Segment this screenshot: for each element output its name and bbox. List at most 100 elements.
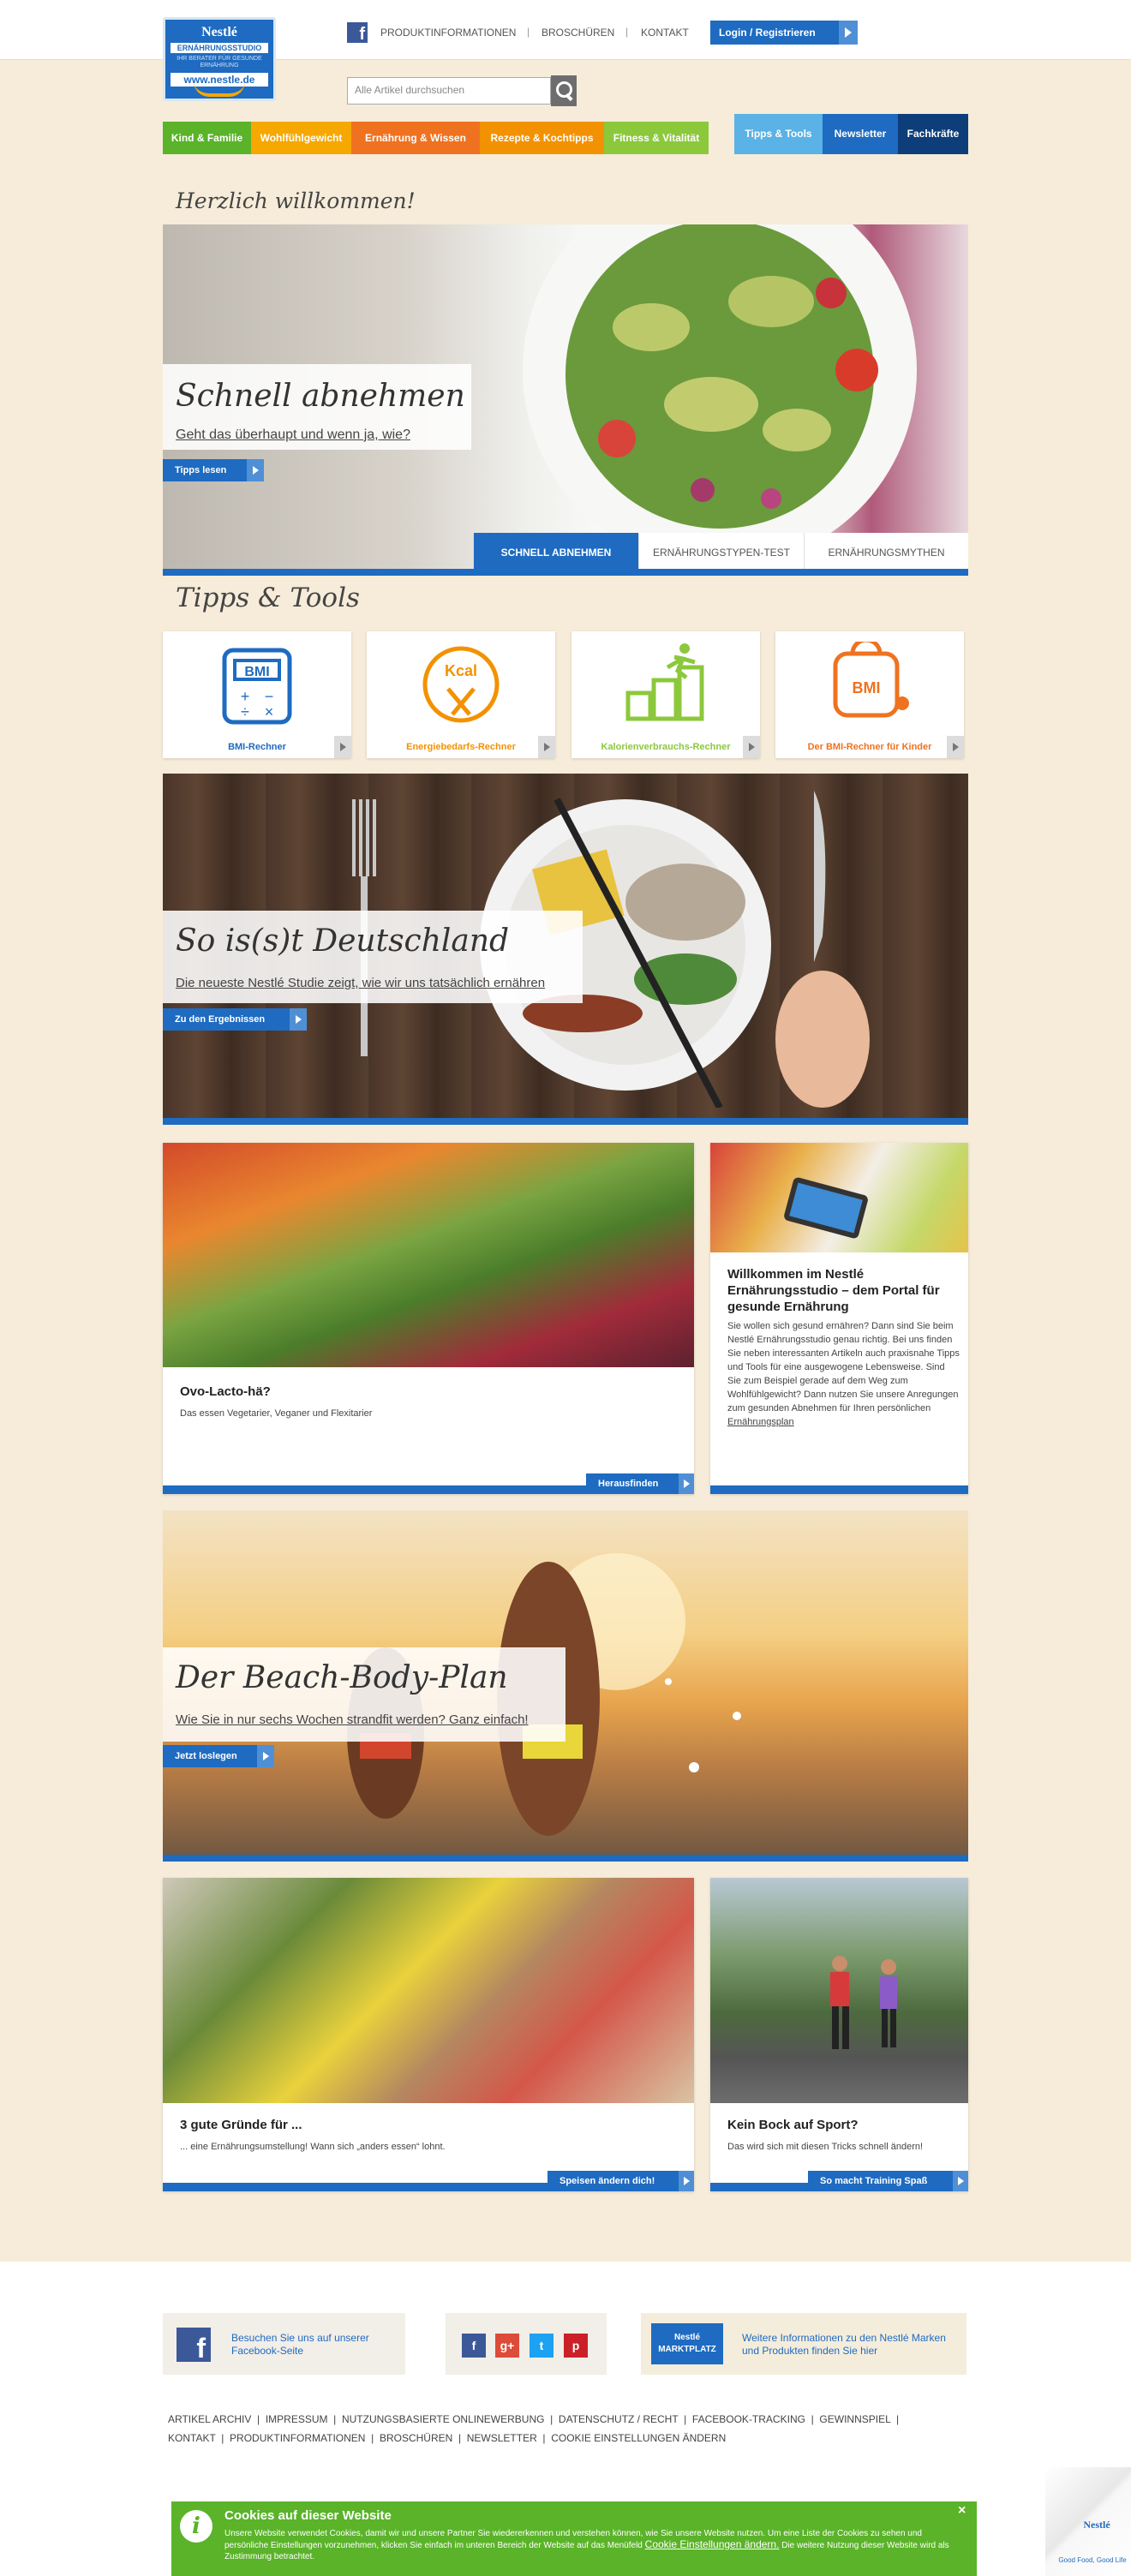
tipps-lesen-button[interactable]: Tipps lesen [163, 459, 264, 481]
cta-label: Tipps lesen [175, 465, 227, 475]
footer-link-kontakt[interactable]: KONTAKT [168, 2432, 216, 2444]
speisen-aendern-button[interactable]: Speisen ändern dich! [548, 2171, 694, 2191]
card-ovo-lacto[interactable]: Ovo-Lacto-hä? Das essen Vegetarier, Vega… [163, 1143, 694, 1494]
facebook-icon: f [177, 2328, 211, 2364]
arrow-right-icon [743, 736, 760, 758]
footer-link-impressum[interactable]: IMPRESSUM [266, 2413, 328, 2425]
vegetables-image [163, 1143, 694, 1367]
search-input[interactable]: Alle Artikel durchsuchen [347, 77, 551, 105]
hero-subtitle[interactable]: Geht das überhaupt und wenn ja, wie? [176, 427, 410, 443]
cookie-settings-link[interactable]: Cookie Einstellungen ändern. [645, 2538, 780, 2550]
facebook-icon[interactable]: f [347, 22, 368, 44]
hero-beach-body-plan[interactable]: Der Beach-Body-Plan Wie Sie in nur sechs… [163, 1510, 968, 1862]
card-title: 3 gute Gründe für ... [180, 2118, 302, 2132]
footer-link-facebook-tracking[interactable]: FACEBOOK-TRACKING [692, 2413, 805, 2425]
phone-illustration [782, 1176, 870, 1240]
nav-fitness-vitalitaet[interactable]: Fitness & Vitalität [604, 122, 709, 154]
login-button[interactable]: Login / Registrieren [710, 21, 858, 45]
phone-fruits-image [710, 1143, 968, 1252]
googleplus-icon[interactable]: g+ [495, 2334, 519, 2358]
hero-stripe [163, 569, 968, 576]
arrow-right-icon [257, 1745, 274, 1767]
hero-stripe [163, 1118, 968, 1125]
close-icon[interactable]: × [958, 2503, 966, 2519]
card-text: Das wird sich mit diesen Tricks schnell … [727, 2142, 924, 2152]
nav-rezepte-kochtipps[interactable]: Rezepte & Kochtipps [480, 122, 604, 154]
tool-label: Der BMI-Rechner für Kinder [807, 742, 932, 752]
card-stripe [163, 2183, 548, 2191]
facebook-share-icon[interactable]: f [462, 2334, 486, 2358]
footer-marktplatz-box[interactable]: Nestlé MARKTPLATZ Weitere Informationen … [641, 2313, 966, 2375]
nav-fachkraefte[interactable]: Fachkräfte [898, 114, 968, 154]
nav-newsletter[interactable]: Newsletter [823, 114, 898, 154]
jetzt-loslegen-button[interactable]: Jetzt loslegen [163, 1745, 274, 1767]
arrow-right-icon [247, 459, 264, 481]
cta-label: Herausfinden [598, 1479, 659, 1489]
tab-schnell-abnehmen[interactable]: SCHNELL ABNEHMEN [473, 533, 638, 572]
footer-link-broschueren[interactable]: BROSCHÜREN [380, 2432, 452, 2444]
arrow-right-icon [290, 1008, 307, 1031]
page-curl-corner[interactable]: Nestlé Good Food, Good Life [1045, 2467, 1131, 2576]
twitter-icon[interactable]: t [530, 2334, 554, 2358]
svg-text:+: + [241, 688, 250, 705]
arrow-right-icon [334, 736, 351, 758]
footer-link-produktinformationen[interactable]: PRODUKTINFORMATIONEN [230, 2432, 365, 2444]
hero-stripe [163, 1855, 968, 1862]
runners-illustration [830, 1956, 897, 2049]
cta-label: Zu den Ergebnissen [175, 1014, 266, 1025]
stairs-runner-icon [625, 643, 704, 721]
hero-title: So is(s)t Deutschland [176, 923, 510, 959]
topnav-produktinformationen[interactable]: PRODUKTINFORMATIONEN [380, 27, 516, 39]
footer-link-artikel-archiv[interactable]: ARTIKEL ARCHIV [168, 2413, 251, 2425]
tool-bmi-rechner[interactable]: BMI + − ÷ × BMI-Rechner [163, 631, 351, 758]
card-text: ... eine Ernährungsumstellung! Wann sich… [180, 2142, 446, 2152]
hero-so-isst-deutschland[interactable]: So is(s)t Deutschland Die neueste Nestlé… [163, 774, 968, 1125]
herausfinden-button[interactable]: Herausfinden [586, 1473, 694, 1494]
nav-ernaehrung-wissen[interactable]: Ernährung & Wissen [351, 122, 480, 154]
svg-text:Kcal: Kcal [445, 662, 477, 679]
cta-label: So macht Training Spaß [820, 2176, 928, 2186]
nav-wohlfuehlgewicht[interactable]: Wohlfühlgewicht [251, 122, 351, 154]
search-icon[interactable] [551, 75, 577, 106]
footer-links-row-2: KONTAKT | PRODUKTINFORMATIONEN | BROSCHÜ… [168, 2432, 727, 2444]
tab-ernaehrungsmythen[interactable]: ERNÄHRUNGSMYTHEN [804, 533, 968, 572]
footer-link-gewinnspiel[interactable]: GEWINNSPIEL [819, 2413, 890, 2425]
tool-energiebedarfs-rechner[interactable]: Kcal Energiebedarfs-Rechner [367, 631, 555, 758]
login-label: Login / Registrieren [719, 27, 816, 39]
hero-subtitle[interactable]: Wie Sie in nur sechs Wochen strandfit we… [176, 1712, 529, 1727]
card-text: Das essen Vegetarier, Veganer und Flexit… [180, 1408, 373, 1419]
ernaehrungsplan-link[interactable]: Ernährungsplan [727, 1417, 794, 1427]
portal-body: Sie wollen sich gesund ernähren? Dann si… [727, 1321, 960, 1414]
zu-den-ergebnissen-button[interactable]: Zu den Ergebnissen [163, 1008, 307, 1031]
nav-kind-familie[interactable]: Kind & Familie [163, 122, 251, 154]
hero-subtitle[interactable]: Die neueste Nestlé Studie zeigt, wie wir… [176, 976, 545, 990]
tool-kalorienverbrauchs-rechner[interactable]: Kalorienverbrauchs-Rechner [571, 631, 760, 758]
footer-link-newsletter[interactable]: NEWSLETTER [467, 2432, 537, 2444]
footer-link-datenschutz[interactable]: DATENSCHUTZ / RECHT [559, 2413, 679, 2425]
footer-link-onlinewerbung[interactable]: NUTZUNGSBASIERTE ONLINEWERBUNG [342, 2413, 544, 2425]
card-kein-bock-auf-sport[interactable]: Kein Bock auf Sport? Das wird sich mit d… [710, 1878, 968, 2191]
hero-title: Der Beach-Body-Plan [176, 1660, 508, 1695]
arrow-right-icon [679, 1473, 694, 1494]
hero-schnell-abnehmen[interactable]: Schnell abnehmen Geht das überhaupt und … [163, 224, 968, 576]
cookie-title: Cookies auf dieser Website [224, 2508, 392, 2523]
arrow-right-icon [947, 736, 964, 758]
tool-label: Kalorienverbrauchs-Rechner [601, 742, 731, 752]
topnav-broschueren[interactable]: BROSCHÜREN [542, 27, 614, 39]
tool-bmi-rechner-kinder[interactable]: BMI Der BMI-Rechner für Kinder [775, 631, 964, 758]
pinterest-icon[interactable]: p [564, 2334, 588, 2358]
tab-ernaehrungstypen-test[interactable]: ERNÄHRUNGSTYPEN-TEST [638, 533, 804, 572]
footer-facebook-box[interactable]: f Besuchen Sie uns auf unserer Facebook-… [163, 2313, 405, 2375]
cookie-banner: i Cookies auf dieser Website Unsere Webs… [171, 2501, 977, 2576]
logo-brand: Nestlé [201, 25, 237, 39]
topnav-kontakt[interactable]: KONTAKT [641, 27, 689, 39]
card-stripe [710, 1485, 968, 1494]
knife-hand-illustration [775, 791, 870, 1108]
svg-text:−: − [265, 688, 274, 705]
svg-text:×: × [265, 703, 274, 720]
card-3-gute-gruende[interactable]: 3 gute Gründe für ... ... eine Ernährung… [163, 1878, 694, 2191]
nestle-logo[interactable]: Nestlé ERNÄHRUNGSSTUDIO IHR BERATER FÜR … [163, 17, 276, 101]
footer-link-cookie-einstellungen[interactable]: COOKIE EINSTELLUNGEN ÄNDERN [551, 2432, 726, 2444]
so-macht-training-spass-button[interactable]: So macht Training Spaß [808, 2171, 968, 2191]
nav-tipps-tools[interactable]: Tipps & Tools [734, 114, 823, 154]
